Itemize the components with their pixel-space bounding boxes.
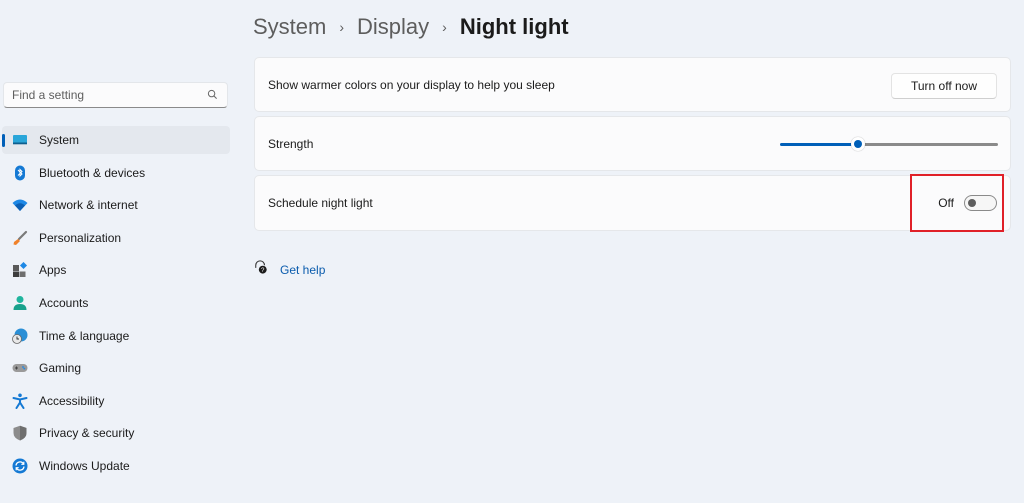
schedule-card: Schedule night light Off (254, 175, 1011, 231)
sidebar-item-accessibility[interactable]: Accessibility (2, 387, 230, 415)
svg-text:?: ? (261, 267, 265, 274)
sidebar-item-label: Bluetooth & devices (39, 165, 146, 180)
breadcrumb: System › Display › Night light (253, 12, 569, 42)
accessibility-icon (12, 393, 28, 409)
apps-icon (12, 262, 28, 278)
bluetooth-icon (12, 165, 28, 181)
sidebar-item-personalization[interactable]: Personalization (2, 224, 230, 252)
night-light-card: Show warmer colors on your display to he… (254, 57, 1011, 112)
strength-card: Strength (254, 116, 1011, 171)
sidebar-item-system[interactable]: System (2, 126, 230, 154)
sidebar-item-windows-update[interactable]: Windows Update (2, 452, 230, 480)
sidebar: System Bluetooth & devices Network & int… (0, 0, 240, 503)
night-light-description: Show warmer colors on your display to he… (268, 77, 555, 92)
slider-track (858, 143, 998, 146)
schedule-label: Schedule night light (268, 196, 373, 210)
sidebar-item-label: Network & internet (39, 198, 138, 213)
nav-list: System Bluetooth & devices Network & int… (0, 126, 230, 485)
sidebar-item-label: Accounts (39, 295, 89, 310)
sidebar-item-label: System (39, 133, 80, 147)
sidebar-item-bluetooth[interactable]: Bluetooth & devices (2, 159, 230, 187)
highlight-box (910, 174, 1004, 232)
strength-slider[interactable] (780, 137, 998, 151)
gamepad-icon (12, 360, 28, 376)
brush-icon (12, 230, 28, 246)
globe-clock-icon (12, 328, 28, 344)
sidebar-item-accounts[interactable]: Accounts (2, 289, 230, 317)
search-box[interactable] (3, 82, 228, 108)
help-icon: ? (254, 260, 268, 279)
sidebar-item-label: Gaming (39, 361, 82, 376)
turn-off-now-button[interactable]: Turn off now (891, 73, 997, 99)
update-icon (12, 458, 28, 474)
sidebar-item-label: Windows Update (39, 458, 130, 473)
search-icon[interactable] (207, 89, 219, 101)
sidebar-item-network[interactable]: Network & internet (2, 191, 230, 219)
sidebar-item-label: Personalization (39, 230, 122, 245)
slider-fill (780, 143, 859, 146)
system-icon (12, 132, 28, 148)
sidebar-item-label: Privacy & security (39, 426, 135, 441)
shield-icon (12, 425, 28, 441)
strength-label: Strength (268, 136, 314, 151)
wifi-icon (12, 197, 28, 213)
sidebar-item-label: Time & language (39, 328, 130, 343)
sidebar-item-time-language[interactable]: Time & language (2, 322, 230, 350)
sidebar-item-label: Apps (39, 263, 67, 278)
get-help: ? Get help (254, 260, 325, 279)
breadcrumb-display[interactable]: Display (357, 14, 429, 40)
breadcrumb-system[interactable]: System (253, 14, 326, 40)
get-help-link[interactable]: Get help (280, 263, 325, 277)
sidebar-item-apps[interactable]: Apps (2, 256, 230, 284)
slider-thumb[interactable] (851, 137, 866, 151)
search-input[interactable] (12, 88, 207, 102)
sidebar-item-gaming[interactable]: Gaming (2, 354, 230, 382)
sidebar-item-label: Accessibility (39, 393, 105, 408)
page-title: Night light (459, 14, 569, 39)
sidebar-item-privacy-security[interactable]: Privacy & security (2, 419, 230, 447)
chevron-right-icon: › (339, 19, 345, 35)
chevron-right-icon: › (442, 19, 447, 35)
account-icon (12, 295, 28, 311)
